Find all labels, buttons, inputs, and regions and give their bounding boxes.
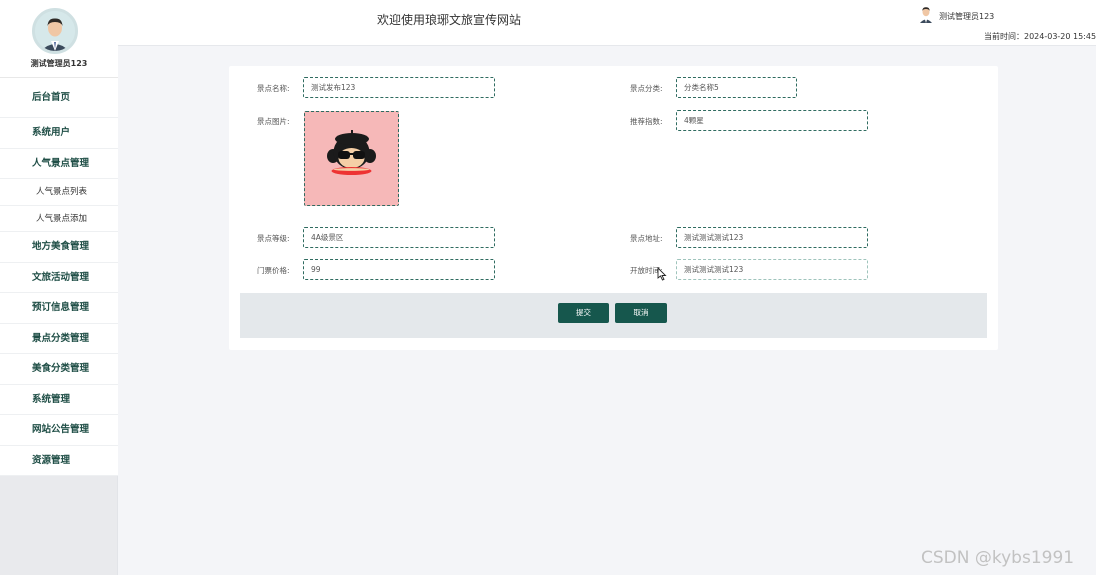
sidebar-item-announcements[interactable]: 网站公告管理 (0, 415, 118, 446)
attraction-form: 景点名称: 测试发布123 景点分类: 分类名称5 景点图片: 推荐指数: 4颗… (229, 66, 998, 350)
sidebar-subitem-attraction-list[interactable]: 人气景点列表 (0, 179, 118, 206)
watermark: CSDN @kybs1991 (921, 548, 1075, 568)
level-select[interactable]: 4A级景区 (303, 227, 495, 248)
address-label: 景点地址: (630, 234, 663, 243)
current-time: 当前时间：2024-03-20 15:45: (984, 32, 1096, 41)
header-username: 测试管理员123 (939, 12, 995, 21)
page-title: 欢迎使用琅琊文旅宣传网站 (377, 13, 522, 27)
category-label: 景点分类: (630, 84, 663, 93)
sidebar-item-attractions[interactable]: 人气景点管理 (0, 148, 118, 179)
monkey-image (305, 112, 398, 205)
image-upload[interactable] (304, 111, 399, 206)
sidebar-item-dashboard[interactable]: 后台首页 (0, 78, 118, 118)
address-input[interactable]: 测试测试测试123 (676, 227, 868, 248)
sidebar-item-system-users[interactable]: 系统用户 (0, 118, 118, 149)
image-label: 景点图片: (257, 117, 290, 126)
sidebar-profile: 测试管理员123 (0, 0, 118, 78)
sidebar-item-food[interactable]: 地方美食管理 (0, 232, 118, 263)
sidebar-subitem-attraction-add[interactable]: 人气景点添加 (0, 205, 118, 232)
sidebar-username: 测试管理员123 (30, 59, 88, 68)
avatar[interactable] (32, 8, 78, 54)
sidebar-menu: 后台首页 系统用户 人气景点管理 人气景点列表 人气景点添加 地方美食管理 文旅… (0, 78, 118, 476)
recommend-label: 推荐指数: (630, 117, 663, 126)
cancel-button[interactable]: 取消 (615, 303, 667, 323)
category-select[interactable]: 分类名称5 (676, 77, 797, 98)
level-label: 景点等级: (257, 234, 290, 243)
price-label: 门票价格: (257, 266, 290, 275)
recommend-select[interactable]: 4颗星 (676, 110, 868, 131)
sidebar: 测试管理员123 后台首页 系统用户 人气景点管理 人气景点列表 人气景点添加 … (0, 0, 118, 575)
price-input[interactable]: 99 (303, 259, 495, 280)
mouse-cursor-icon (657, 266, 667, 281)
form-actions: 提交 取消 (240, 293, 987, 338)
sidebar-item-events[interactable]: 文旅活动管理 (0, 262, 118, 293)
header-avatar[interactable] (919, 5, 933, 23)
sidebar-item-attraction-categories[interactable]: 景点分类管理 (0, 323, 118, 354)
submit-button[interactable]: 提交 (558, 303, 609, 323)
sidebar-item-resources[interactable]: 资源管理 (0, 445, 118, 476)
sidebar-item-bookings[interactable]: 预订信息管理 (0, 293, 118, 324)
name-input[interactable]: 测试发布123 (303, 77, 495, 98)
name-label: 景点名称: (257, 84, 290, 93)
hours-input[interactable]: 测试测试测试123 (676, 259, 868, 280)
header: 欢迎使用琅琊文旅宣传网站 测试管理员123 当前时间：2024-03-20 15… (118, 0, 1096, 46)
sidebar-item-system[interactable]: 系统管理 (0, 384, 118, 415)
sidebar-item-food-categories[interactable]: 美食分类管理 (0, 354, 118, 385)
